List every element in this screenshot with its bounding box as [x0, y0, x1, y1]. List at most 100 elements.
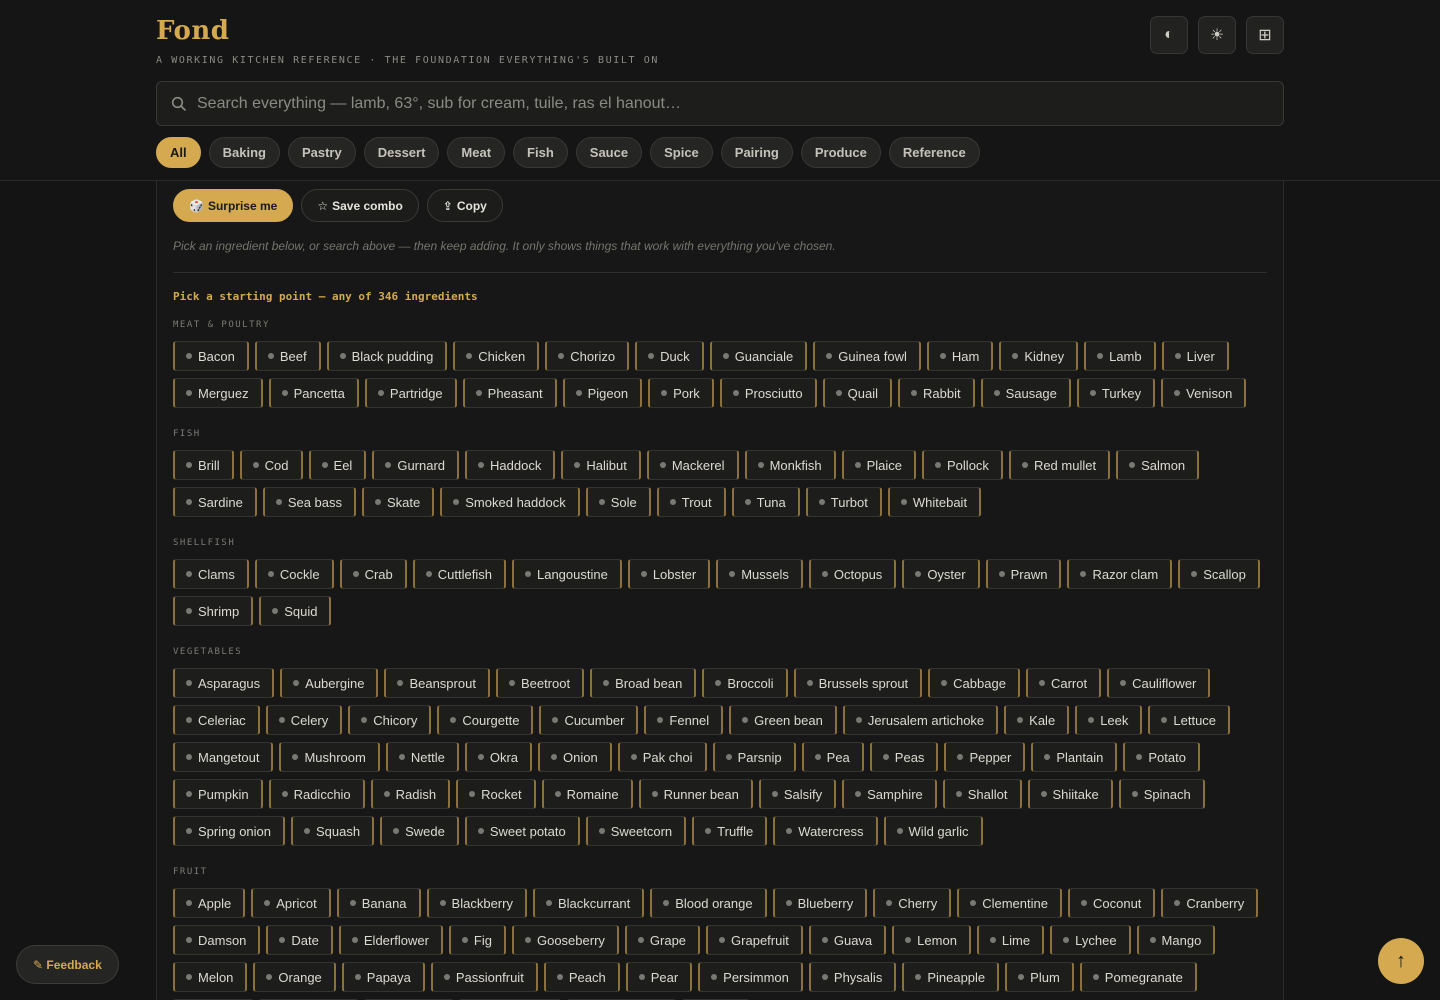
filter-chip-sauce[interactable]: Sauce [575, 137, 643, 168]
ingredient-chip[interactable]: Pollock [922, 450, 1003, 480]
ingredient-chip[interactable]: Shallot [942, 779, 1022, 809]
ingredient-chip[interactable]: Elderflower [338, 925, 443, 955]
ingredient-chip[interactable]: Broccoli [702, 668, 788, 698]
ingredient-chip[interactable]: Guinea fowl [813, 341, 921, 371]
ingredient-chip[interactable]: Mangetout [173, 742, 274, 772]
surprise-me-button[interactable]: 🎲 Surprise me [173, 189, 294, 222]
ingredient-chip[interactable]: Squid [259, 596, 332, 626]
ingredient-chip[interactable]: Squash [291, 816, 375, 846]
ingredient-chip[interactable]: Lemon [892, 925, 971, 955]
filter-chip-meat[interactable]: Meat [447, 137, 506, 168]
ingredient-chip[interactable]: Watercress [773, 816, 878, 846]
ingredient-chip[interactable]: Quail [822, 378, 892, 408]
search-input[interactable] [197, 94, 1257, 113]
ingredient-chip[interactable]: Venison [1161, 378, 1247, 408]
ingredient-chip[interactable]: Plantain [1031, 742, 1118, 772]
ingredient-chip[interactable]: Spinach [1118, 779, 1205, 809]
ingredient-chip[interactable]: Peas [869, 742, 939, 772]
ingredient-chip[interactable]: Cod [239, 450, 303, 480]
ingredient-chip[interactable]: Courgette [437, 705, 534, 735]
ingredient-chip[interactable]: Octopus [808, 559, 897, 589]
ingredient-chip[interactable]: Mussels [716, 559, 803, 589]
ingredient-chip[interactable]: Swede [380, 816, 459, 846]
ingredient-chip[interactable]: Salmon [1116, 450, 1200, 480]
grid-view-button[interactable]: ⊞ [1246, 16, 1284, 54]
ingredient-chip[interactable]: Mushroom [279, 742, 380, 772]
ingredient-chip[interactable]: Merguez [173, 378, 263, 408]
ingredient-chip[interactable]: Apricot [251, 888, 331, 918]
ingredient-chip[interactable]: Skate [362, 487, 435, 517]
ingredient-chip[interactable]: Chicken [453, 341, 540, 371]
ingredient-chip[interactable]: Leek [1075, 705, 1143, 735]
ingredient-chip[interactable]: Chicory [348, 705, 432, 735]
ingredient-chip[interactable]: Cauliflower [1107, 668, 1211, 698]
ingredient-chip[interactable]: Mango [1136, 925, 1216, 955]
ingredient-chip[interactable]: Sweet potato [464, 816, 580, 846]
ingredient-chip[interactable]: Cockle [254, 559, 334, 589]
ingredient-chip[interactable]: Asparagus [173, 668, 275, 698]
ingredient-chip[interactable]: Radish [370, 779, 451, 809]
ingredient-chip[interactable]: Razor clam [1067, 559, 1173, 589]
ingredient-chip[interactable]: Fig [448, 925, 506, 955]
filter-chip-spice[interactable]: Spice [650, 137, 713, 168]
ingredient-chip[interactable]: Beetroot [495, 668, 585, 698]
ingredient-chip[interactable]: Lychee [1050, 925, 1131, 955]
ingredient-chip[interactable]: Fennel [644, 705, 724, 735]
ingredient-chip[interactable]: Celeriac [173, 705, 260, 735]
ingredient-chip[interactable]: Cherry [873, 888, 952, 918]
ingredient-chip[interactable]: Romaine [541, 779, 633, 809]
ingredient-chip[interactable]: Chorizo [545, 341, 630, 371]
ingredient-chip[interactable]: Cuttlefish [412, 559, 506, 589]
ingredient-chip[interactable]: Wild garlic [883, 816, 983, 846]
ingredient-chip[interactable]: Mackerel [646, 450, 739, 480]
ingredient-chip[interactable]: Smoked haddock [440, 487, 580, 517]
ingredient-chip[interactable]: Blackcurrant [532, 888, 645, 918]
ingredient-chip[interactable]: Gurnard [372, 450, 460, 480]
filter-chip-pairing[interactable]: Pairing [720, 137, 793, 168]
ingredient-chip[interactable]: Clementine [957, 888, 1062, 918]
ingredient-chip[interactable]: Damson [173, 925, 261, 955]
ingredient-chip[interactable]: Tuna [731, 487, 800, 517]
ingredient-chip[interactable]: Pepper [944, 742, 1026, 772]
ingredient-chip[interactable]: Oyster [902, 559, 980, 589]
ingredient-chip[interactable]: Grape [624, 925, 701, 955]
ingredient-chip[interactable]: Guanciale [709, 341, 808, 371]
ingredient-chip[interactable]: Coconut [1067, 888, 1156, 918]
ingredient-chip[interactable]: Aubergine [280, 668, 379, 698]
ingredient-chip[interactable]: Sweetcorn [585, 816, 687, 846]
ingredient-chip[interactable]: Banana [336, 888, 421, 918]
ingredient-chip[interactable]: Brill [173, 450, 234, 480]
ingredient-chip[interactable]: Bacon [173, 341, 249, 371]
ingredient-chip[interactable]: Pork [648, 378, 714, 408]
ingredient-chip[interactable]: Prosciutto [719, 378, 817, 408]
ingredient-chip[interactable]: Pigeon [562, 378, 643, 408]
ingredient-chip[interactable]: Truffle [692, 816, 768, 846]
ingredient-chip[interactable]: Potato [1123, 742, 1200, 772]
ingredient-chip[interactable]: Passionfruit [430, 962, 538, 992]
ingredient-chip[interactable]: Kale [1004, 705, 1070, 735]
ingredient-chip[interactable]: Onion [538, 742, 612, 772]
filter-chip-produce[interactable]: Produce [800, 137, 881, 168]
ingredient-chip[interactable]: Cranberry [1161, 888, 1259, 918]
ingredient-chip[interactable]: Beansprout [384, 668, 490, 698]
ingredient-chip[interactable]: Spring onion [173, 816, 285, 846]
ingredient-chip[interactable]: Monkfish [744, 450, 836, 480]
ingredient-chip[interactable]: Cucumber [539, 705, 639, 735]
save-combo-button[interactable]: ☆ Save combo [301, 189, 419, 222]
ingredient-chip[interactable]: Trout [656, 487, 726, 517]
ingredient-chip[interactable]: Langoustine [511, 559, 622, 589]
ingredient-chip[interactable]: Lamb [1084, 341, 1156, 371]
ingredient-chip[interactable]: Clams [173, 559, 249, 589]
ingredient-chip[interactable]: Date [266, 925, 333, 955]
ingredient-chip[interactable]: Sole [585, 487, 651, 517]
ingredient-chip[interactable]: Brussels sprout [793, 668, 923, 698]
ingredient-chip[interactable]: Sausage [980, 378, 1071, 408]
ingredient-chip[interactable]: Rabbit [897, 378, 975, 408]
brightness-toggle-button[interactable]: ☀ [1198, 16, 1236, 54]
ingredient-chip[interactable]: Blackberry [426, 888, 527, 918]
ingredient-chip[interactable]: Shrimp [173, 596, 254, 626]
ingredient-chip[interactable]: Physalis [808, 962, 897, 992]
ingredient-chip[interactable]: Eel [308, 450, 367, 480]
ingredient-chip[interactable]: Parsnip [712, 742, 796, 772]
ingredient-chip[interactable]: Turbot [805, 487, 882, 517]
